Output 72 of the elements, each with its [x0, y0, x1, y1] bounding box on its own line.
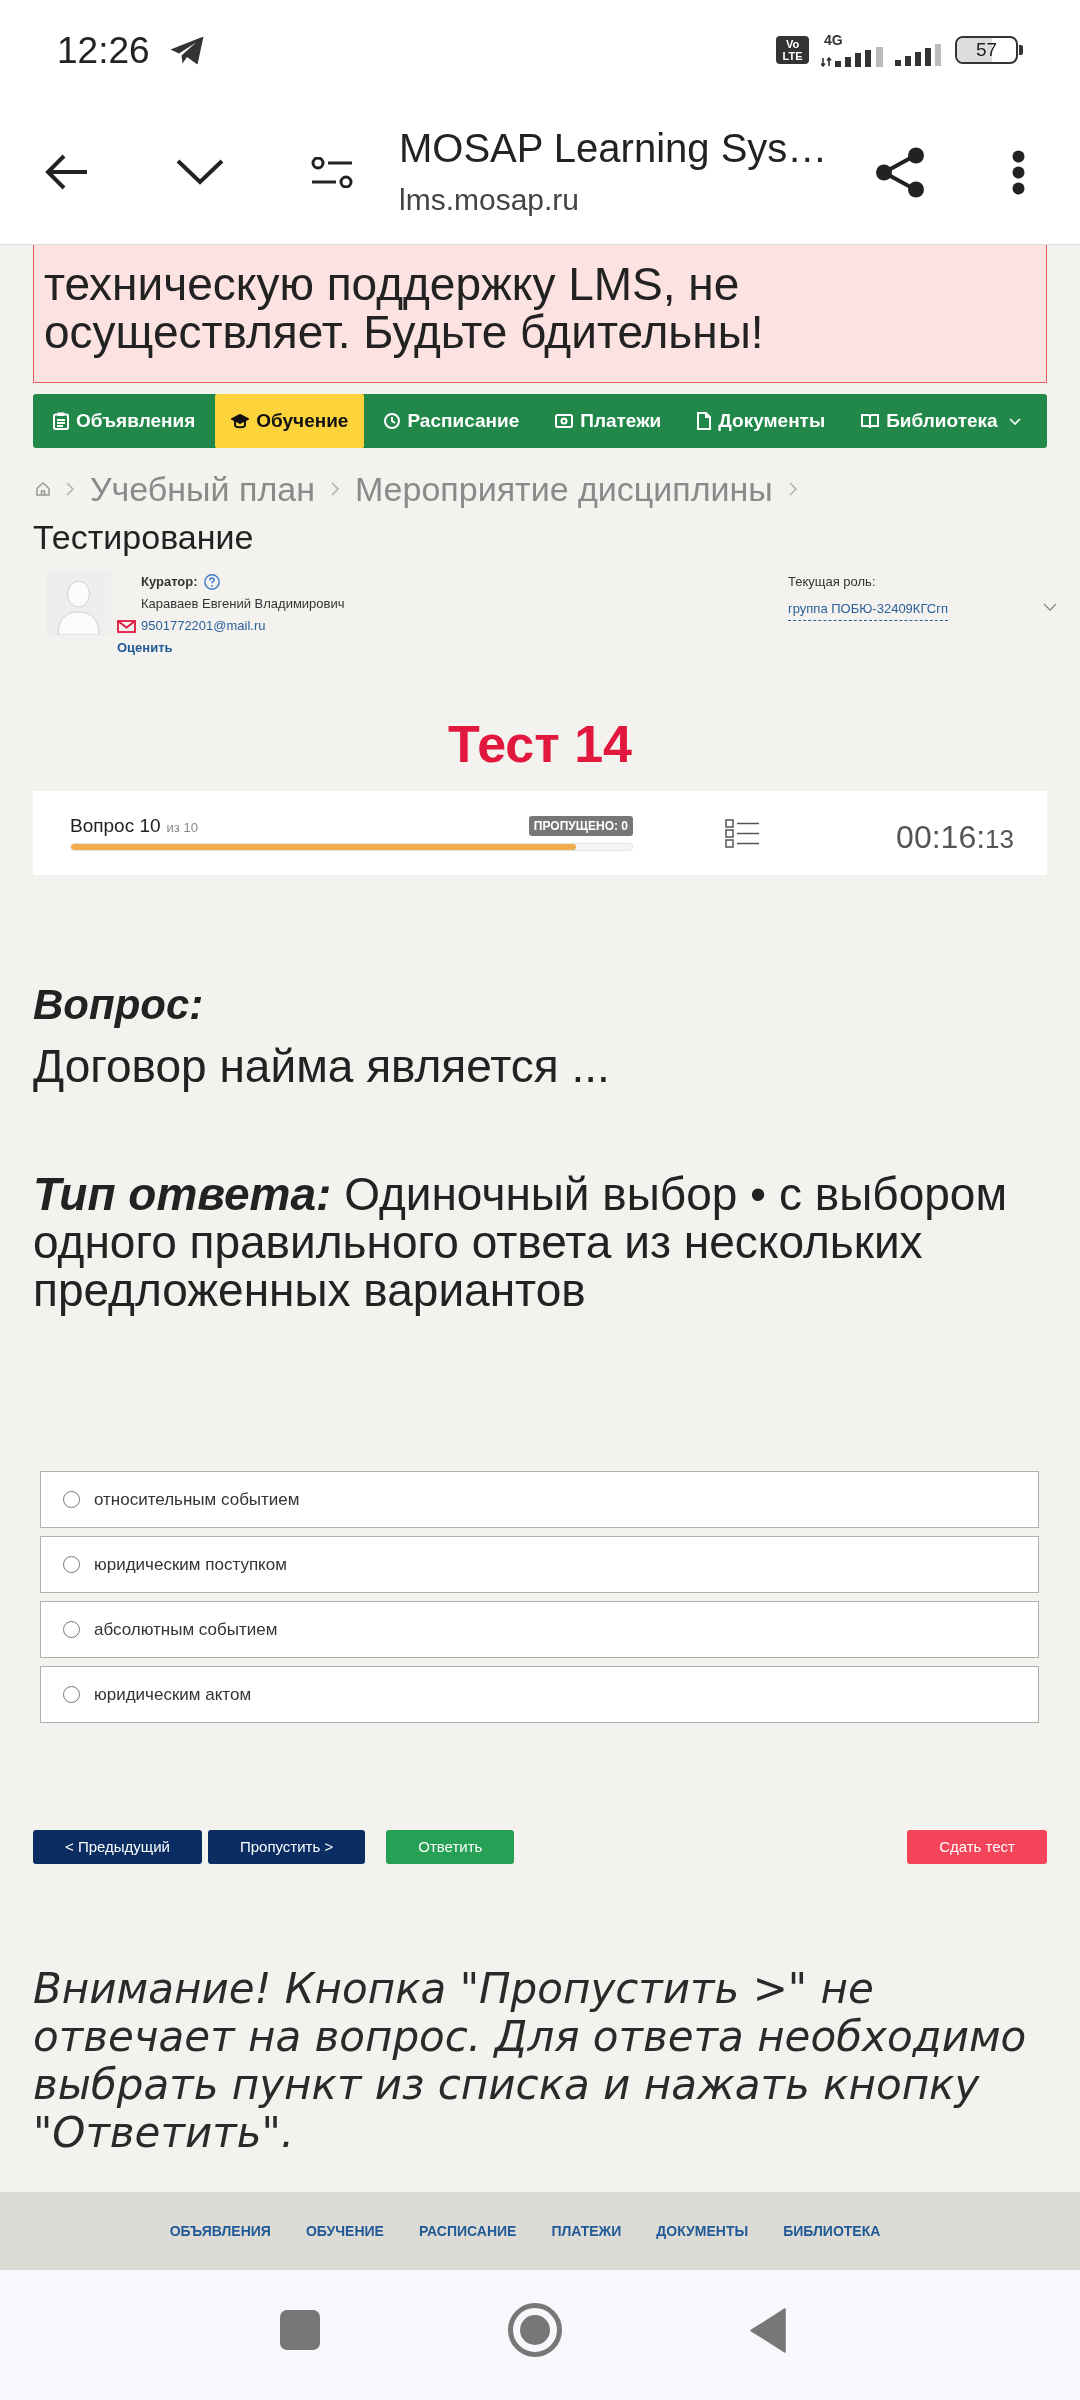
- warning-text: Внимание! Кнопка "Пропустить >" не отвечает на вопрос. Для ответа необходимо выбрать пункт из списка и нажать кнопку "Ответить".: [33, 1965, 1028, 2157]
- network-type: 4G: [824, 33, 843, 47]
- question-total: из 10: [166, 819, 198, 837]
- nav-tab[interactable]: Платежи: [539, 394, 678, 448]
- book-icon: [861, 413, 880, 429]
- volte-badge: Vo LTE: [776, 36, 809, 64]
- browser-page-title: MOSAP Learning Sys…: [399, 125, 829, 172]
- radio-button[interactable]: [63, 1556, 80, 1573]
- nav-tab[interactable]: Обучение: [215, 394, 365, 448]
- radio-button[interactable]: [63, 1491, 80, 1508]
- home-icon[interactable]: [36, 482, 50, 496]
- nav-tab[interactable]: Документы: [681, 394, 842, 448]
- banknote-icon: [555, 414, 574, 428]
- menu-icon[interactable]: [1012, 149, 1025, 195]
- timer: 00:16:13: [896, 819, 1014, 857]
- question-label: Вопрос:: [33, 981, 204, 1029]
- role-label: Текущая роль:: [788, 573, 876, 591]
- footer-link[interactable]: ДОКУМЕНТЫ: [656, 2220, 749, 2242]
- previous-button[interactable]: < Предыдущий: [33, 1830, 202, 1864]
- footer-link[interactable]: ОБЪЯВЛЕНИЯ: [169, 2220, 271, 2242]
- status-time: 12:26: [57, 31, 150, 69]
- role-select[interactable]: группа ПОБЮ-32409КГСгп: [788, 598, 949, 621]
- skip-button[interactable]: Пропустить >: [207, 1830, 366, 1864]
- curator-label: Куратор:: [141, 573, 198, 591]
- clock-icon: [384, 413, 401, 429]
- rate-link[interactable]: Оценить: [117, 637, 173, 659]
- page-heading: Тестирование: [33, 517, 254, 557]
- nav-tab[interactable]: Объявления: [37, 394, 212, 448]
- question-list-icon[interactable]: [725, 818, 759, 848]
- question-counter: Вопрос 10: [70, 815, 161, 837]
- chevron-right-icon: [330, 482, 339, 496]
- footer-link[interactable]: БИБЛИОТЕКА: [783, 2220, 881, 2242]
- recents-icon[interactable]: [280, 2310, 320, 2350]
- breadcrumb-link[interactable]: Мероприятие дисциплины: [354, 468, 773, 510]
- answer-type-text: Тип ответа: Одиночный выбор • с выбором одного правильного ответа из нескольких предложенных вариантов: [33, 1170, 1008, 1314]
- footer-link[interactable]: ПЛАТЕЖИ: [551, 2220, 622, 2242]
- chevron-right-icon: [66, 482, 74, 496]
- test-title: Тест 14: [447, 714, 633, 774]
- mail-icon: [117, 619, 136, 633]
- chevron-right-icon: [788, 482, 797, 496]
- chevron-down-icon[interactable]: [176, 159, 224, 185]
- curator-name: Караваев Евгений Владимирович: [140, 595, 345, 613]
- radio-button[interactable]: [63, 1621, 80, 1638]
- answer-option[interactable]: относительным событием: [40, 1471, 1039, 1528]
- question-text: Договор найма является ...: [33, 1042, 610, 1090]
- breadcrumb-link[interactable]: Учебный план: [90, 468, 315, 510]
- paper-plane-icon: [169, 35, 204, 65]
- home-icon[interactable]: [508, 2303, 562, 2357]
- help-icon[interactable]: [203, 574, 220, 590]
- graduation-cap-icon: [231, 413, 250, 429]
- back-icon[interactable]: [45, 154, 88, 190]
- alert-text: техническую поддержку LMS, не осуществляет. Будьте бдительны!: [44, 260, 765, 356]
- signal-icon: [895, 44, 941, 66]
- document-icon: [697, 412, 712, 430]
- signal-icon: [821, 47, 883, 67]
- footer-link[interactable]: РАСПИСАНИЕ: [418, 2220, 517, 2242]
- clipboard-icon: [53, 412, 69, 430]
- nav-tab[interactable]: Расписание: [368, 394, 536, 448]
- nav-tab[interactable]: Библиотека: [845, 394, 1037, 448]
- sliders-icon[interactable]: [311, 156, 353, 188]
- skipped-badge: ПРОПУЩЕНО: 0: [528, 816, 633, 836]
- footer-link[interactable]: ОБУЧЕНИЕ: [305, 2220, 384, 2242]
- browser-url[interactable]: lms.mosap.ru: [399, 180, 849, 220]
- answer-option[interactable]: юридическим поступком: [40, 1536, 1039, 1593]
- curator-email[interactable]: 9501772201@mail.ru: [141, 615, 266, 637]
- answer-option[interactable]: абсолютным событием: [40, 1601, 1039, 1658]
- battery-indicator: 57: [955, 36, 1023, 64]
- answer-button[interactable]: Ответить: [386, 1830, 515, 1864]
- finish-button[interactable]: Сдать тест: [907, 1830, 1047, 1864]
- radio-button[interactable]: [63, 1686, 80, 1703]
- share-icon[interactable]: [875, 146, 925, 198]
- answer-option[interactable]: юридическим актом: [40, 1666, 1039, 1723]
